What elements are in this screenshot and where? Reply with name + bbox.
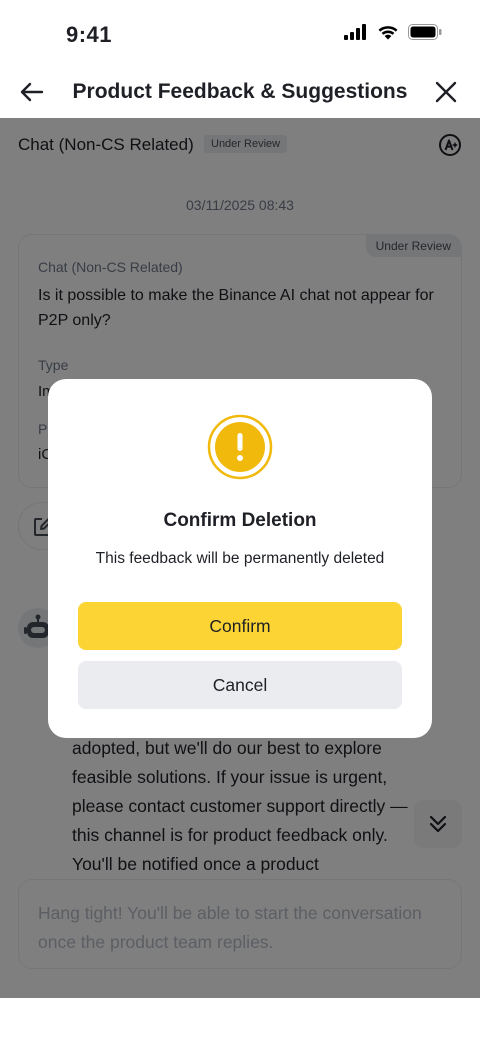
confirm-button[interactable]: Confirm	[78, 602, 402, 650]
dialog-title: Confirm Deletion	[163, 510, 317, 531]
confirm-deletion-dialog: Confirm Deletion This feedback will be p…	[48, 379, 432, 738]
battery-icon	[408, 24, 442, 40]
nav-bar: Product Feedback & Suggestions	[0, 70, 480, 118]
cancel-button[interactable]: Cancel	[78, 661, 402, 709]
page-title: Product Feedback & Suggestions	[72, 80, 408, 103]
wifi-icon	[378, 26, 398, 40]
status-time: 9:41	[66, 22, 113, 47]
status-icons	[344, 24, 442, 40]
status-bar: 9:41	[0, 0, 480, 70]
dialog-message: This feedback will be permanently delete…	[95, 550, 385, 567]
home-indicator-area	[0, 998, 480, 1040]
close-icon[interactable]	[434, 80, 458, 104]
warning-icon	[207, 414, 273, 480]
signal-icon	[344, 24, 366, 40]
